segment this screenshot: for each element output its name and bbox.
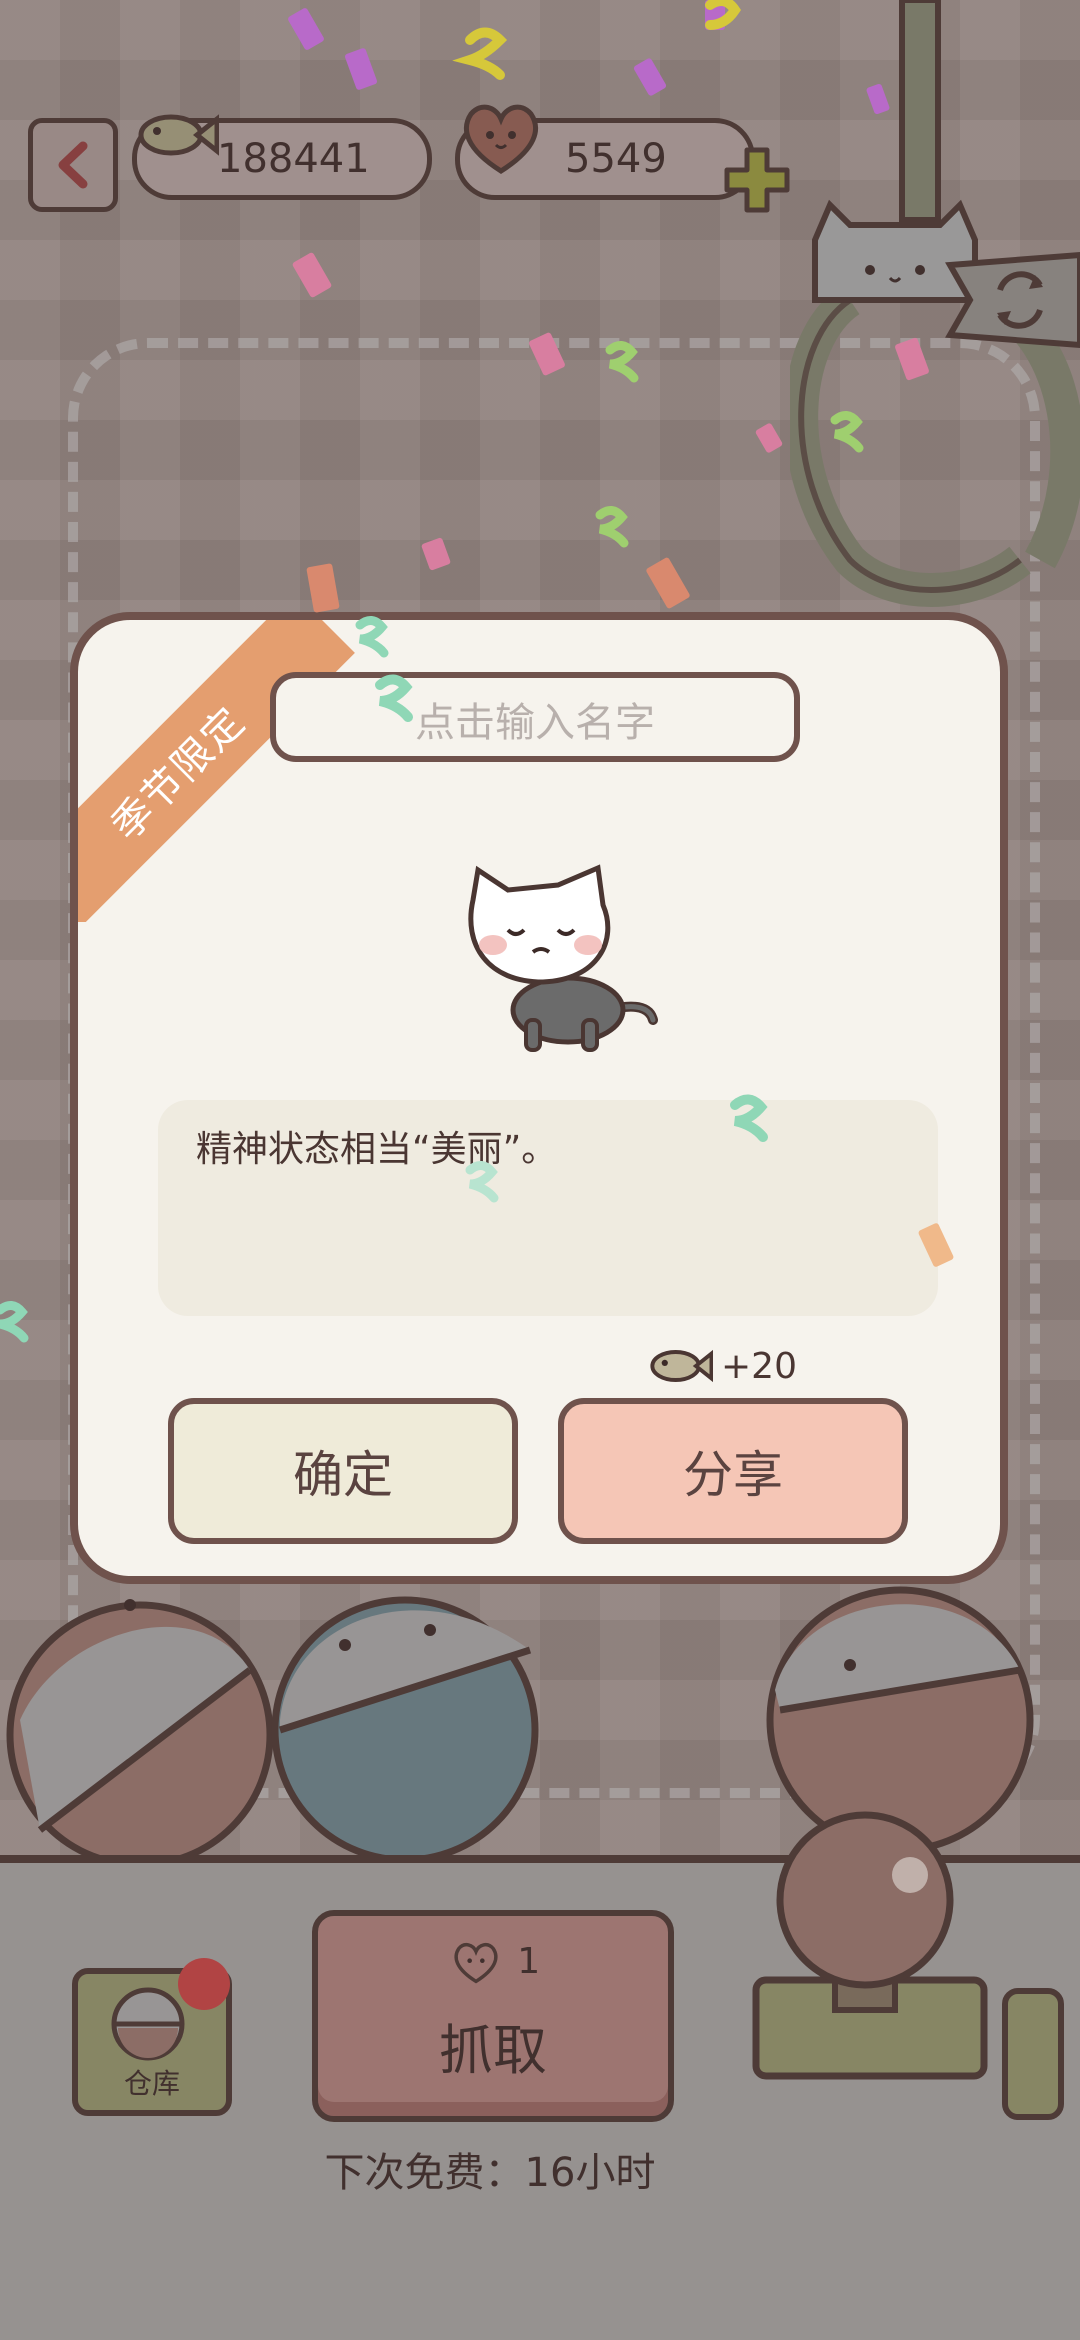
cat-illustration <box>468 864 658 1052</box>
ribbon-wrap: 季节限定 <box>78 620 358 922</box>
reward-amount: +20 <box>721 1345 797 1387</box>
description-box: 精神状态相当“美丽”。 <box>158 1100 938 1316</box>
fish-icon <box>650 1349 713 1383</box>
description-text: 精神状态相当“美丽”。 <box>196 1129 558 1170</box>
reward: +20 <box>643 1336 797 1396</box>
result-dialog: 季节限定 点击输入名字 精神状态相当“美丽”。 +20 确定 分享 <box>70 612 1008 1584</box>
season-limited-ribbon: 季节限定 <box>78 620 355 922</box>
confirm-button[interactable]: 确定 <box>168 1398 518 1544</box>
share-button[interactable]: 分享 <box>558 1398 908 1544</box>
name-input[interactable]: 点击输入名字 <box>270 672 800 762</box>
